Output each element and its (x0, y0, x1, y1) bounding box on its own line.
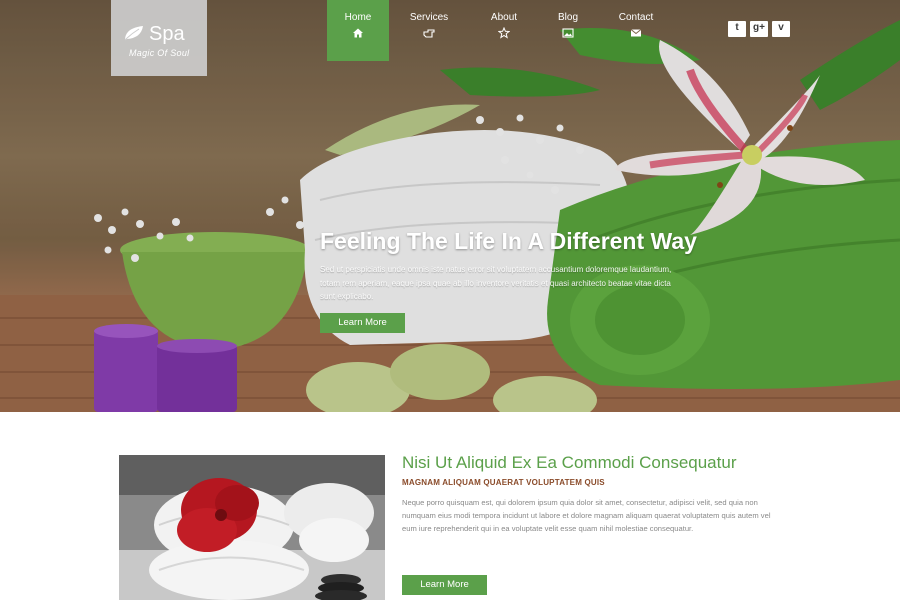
vimeo-icon[interactable]: v (772, 21, 790, 37)
star-icon (498, 27, 510, 39)
hero-banner: Spa Magic Of Soul Home Services About Bl… (0, 0, 900, 412)
twitter-label: t (735, 22, 739, 33)
envelope-icon (630, 29, 642, 37)
towel-flower-illustration (119, 455, 385, 600)
section-title: Nisi Ut Aliquid Ex Ea Commodi Consequatu… (402, 453, 737, 472)
section-description: Neque porro quisquam est, qui dolorem ip… (402, 498, 771, 533)
nav-item-label: Contact (618, 12, 654, 23)
leaf-icon (124, 26, 143, 41)
logo[interactable]: Spa Magic Of Soul (111, 0, 207, 76)
nav-item-home[interactable]: Home (327, 0, 389, 61)
hand-icon (423, 29, 435, 38)
logo-name: Spa (149, 23, 185, 45)
hero-title: Feeling The Life In A Different Way (320, 228, 697, 254)
logo-tagline: Magic Of Soul (129, 48, 190, 58)
nav-item-label: Home (344, 12, 372, 23)
hero-description: Sed ut perspiciatis unde omnis iste natu… (320, 265, 672, 301)
social-links: t g+ v (728, 21, 790, 37)
image-icon (562, 28, 574, 38)
nav-item-label: Blog (557, 12, 578, 23)
main-nav: Home Services About Blog Contact (327, 0, 675, 61)
nav-item-contact[interactable]: Contact (597, 0, 675, 61)
nav-item-label: Services (409, 12, 449, 23)
towel-flower-image (119, 455, 385, 600)
googleplus-label: g+ (753, 22, 765, 33)
home-icon (353, 28, 363, 38)
nav-item-label: About (490, 12, 518, 23)
twitter-icon[interactable]: t (728, 21, 746, 37)
hero-learn-more-button[interactable]: Learn More (320, 313, 405, 333)
nav-item-blog[interactable]: Blog (539, 0, 597, 61)
nav-item-about[interactable]: About (469, 0, 539, 61)
page: Spa Magic Of Soul Home Services About Bl… (0, 0, 900, 600)
nav-item-services[interactable]: Services (389, 0, 469, 61)
section-learn-more-button[interactable]: Learn More (402, 575, 487, 595)
section-subtitle: MAGNAM ALIQUAM QUAERAT VOLUPTATEM QUIS (402, 478, 605, 487)
googleplus-icon[interactable]: g+ (750, 21, 768, 37)
vimeo-label: v (778, 22, 784, 33)
